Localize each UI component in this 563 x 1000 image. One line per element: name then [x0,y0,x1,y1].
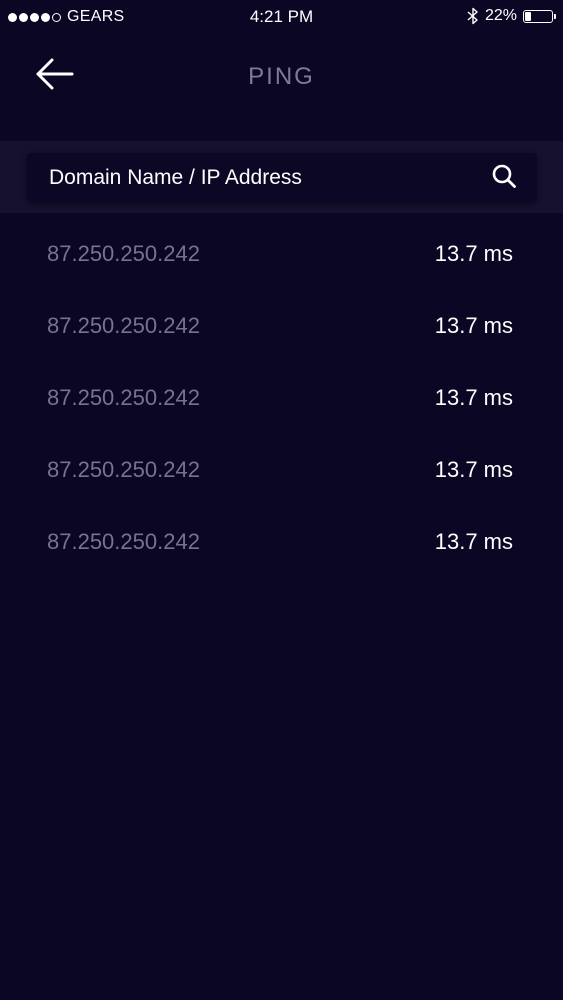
ping-results-list: 87.250.250.242 13.7 ms 87.250.250.242 13.7 … [0,218,563,578]
result-ip-address: 87.250.250.242 [47,529,200,554]
status-right: 22% [467,7,556,25]
result-ip-address: 87.250.250.242 [47,457,200,482]
result-latency: 13.7 ms [434,457,513,482]
result-ip-address: 87.250.250.242 [47,385,200,410]
battery-icon [523,9,556,23]
status-bar: GEARS 4:21 PM 22% [0,0,563,34]
result-ip-address: 87.250.250.242 [47,313,200,338]
page-title: PING [248,63,315,90]
result-latency: 13.7 ms [434,529,513,554]
search-button[interactable] [489,163,519,193]
result-ip-address: 87.250.250.242 [47,241,200,266]
ping-result-row: 87.250.250.242 13.7 ms [0,362,563,434]
bluetooth-icon [467,7,479,25]
search-bar-container [0,141,563,213]
ping-result-row: 87.250.250.242 13.7 ms [0,506,563,578]
battery-level-fill [525,11,531,21]
ping-result-row: 87.250.250.242 13.7 ms [0,218,563,290]
search-box [27,153,537,202]
battery-percent: 22% [484,7,517,24]
search-icon [491,163,517,194]
result-latency: 13.7 ms [434,241,513,266]
result-latency: 13.7 ms [434,385,513,410]
search-input[interactable] [27,153,467,202]
result-latency: 13.7 ms [434,313,513,338]
ping-result-row: 87.250.250.242 13.7 ms [0,290,563,362]
ping-result-row: 87.250.250.242 13.7 ms [0,434,563,506]
nav-bar: PING [0,34,563,120]
